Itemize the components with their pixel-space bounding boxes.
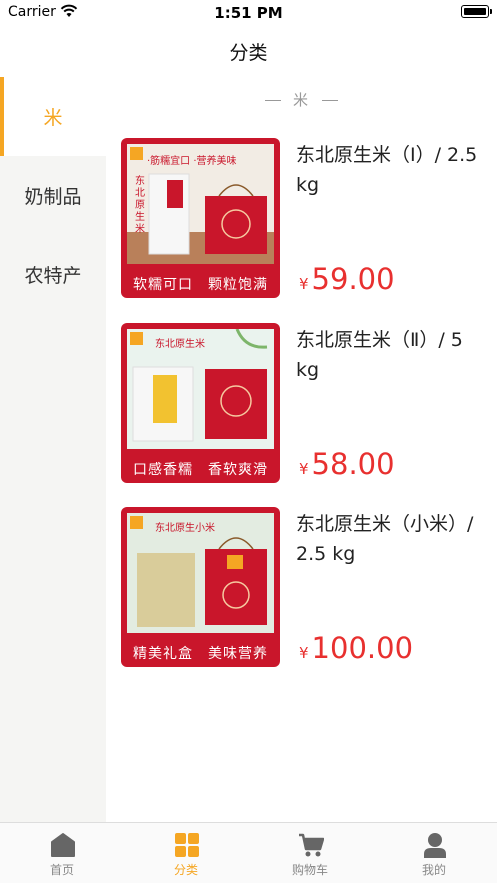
battery-icon <box>461 5 492 18</box>
clock: 1:51 PM <box>214 4 283 22</box>
tab-category[interactable]: 分类 <box>124 823 248 883</box>
sidebar-item-rice[interactable]: 米 <box>0 77 106 156</box>
product-image: ·筋糯宜口 ·营养美味 东北原生米 软糯可口 颗粒饱满 <box>121 138 280 298</box>
profile-icon <box>424 833 446 858</box>
currency-symbol: ¥ <box>299 275 309 293</box>
page-title: 分类 <box>229 42 268 64</box>
tab-cart[interactable]: 购物车 <box>248 823 372 883</box>
product-card[interactable]: 东北原生小米 精美礼盒 美味营养 东北原生米（小米）/ 2.5 kg ¥100.… <box>121 507 491 667</box>
sidebar-item-label: 米 <box>43 107 63 129</box>
sidebar-item-label: 农特产 <box>24 265 82 287</box>
price-value: 58.00 <box>311 447 395 481</box>
product-tagline: ·筋糯宜口 ·营养美味 <box>147 156 237 167</box>
product-image: 东北原生小米 精美礼盒 美味营养 <box>121 507 280 667</box>
price-value: 100.00 <box>311 631 414 665</box>
tab-label: 我的 <box>421 863 446 877</box>
product-price: ¥100.00 <box>299 631 413 665</box>
tab-label: 首页 <box>49 863 74 877</box>
divider <box>264 100 281 101</box>
tab-home[interactable]: 首页 <box>0 823 124 883</box>
sidebar-item-label: 奶制品 <box>24 186 82 208</box>
product-image: 东北原生米 口感香糯 香软爽滑 <box>121 323 280 483</box>
category-icon <box>175 833 199 857</box>
product-tagline: 东北原生小米 <box>155 523 215 534</box>
currency-symbol: ¥ <box>299 460 309 478</box>
image-caption: 精美礼盒 美味营养 <box>133 646 268 662</box>
sidebar-item-dairy[interactable]: 奶制品 <box>0 156 106 235</box>
pack-label: 东北原生米 <box>135 176 145 235</box>
tab-bar: 首页 分类 购物车 我的 <box>0 822 497 883</box>
divider <box>322 100 338 101</box>
product-tagline: 东北原生米 <box>155 339 205 350</box>
product-name: 东北原生米（Ⅰ）/ 2.5 kg <box>296 144 478 196</box>
product-card[interactable]: 东北原生米 口感香糯 香软爽滑 东北原生米（Ⅱ）/ 5 kg ¥58.00 <box>121 323 491 483</box>
tab-profile[interactable]: 我的 <box>372 823 496 883</box>
active-indicator <box>0 77 4 156</box>
tab-label: 购物车 <box>291 863 328 877</box>
currency-symbol: ¥ <box>299 644 309 662</box>
home-icon <box>51 833 75 857</box>
category-sidebar: 米 奶制品 农特产 <box>0 77 106 822</box>
product-card[interactable]: ·筋糯宜口 ·营养美味 东北原生米 软糯可口 颗粒饱满 东北原生米（Ⅰ）/ 2.… <box>121 138 491 298</box>
image-caption: 软糯可口 颗粒饱满 <box>133 277 268 293</box>
status-bar: Carrier 1:51 PM <box>0 0 497 26</box>
product-price: ¥58.00 <box>299 447 395 481</box>
image-caption: 口感香糯 香软爽滑 <box>133 462 268 478</box>
tab-label: 分类 <box>173 863 198 877</box>
section-header: 米 <box>106 89 497 110</box>
product-name: 东北原生米（小米）/ 2.5 kg <box>296 513 474 565</box>
cart-icon <box>299 833 324 857</box>
sidebar-item-specialty[interactable]: 农特产 <box>0 235 106 314</box>
product-name: 东北原生米（Ⅱ）/ 5 kg <box>296 329 463 381</box>
price-value: 59.00 <box>311 262 395 296</box>
product-price: ¥59.00 <box>299 262 395 296</box>
section-title: 米 <box>292 91 310 109</box>
